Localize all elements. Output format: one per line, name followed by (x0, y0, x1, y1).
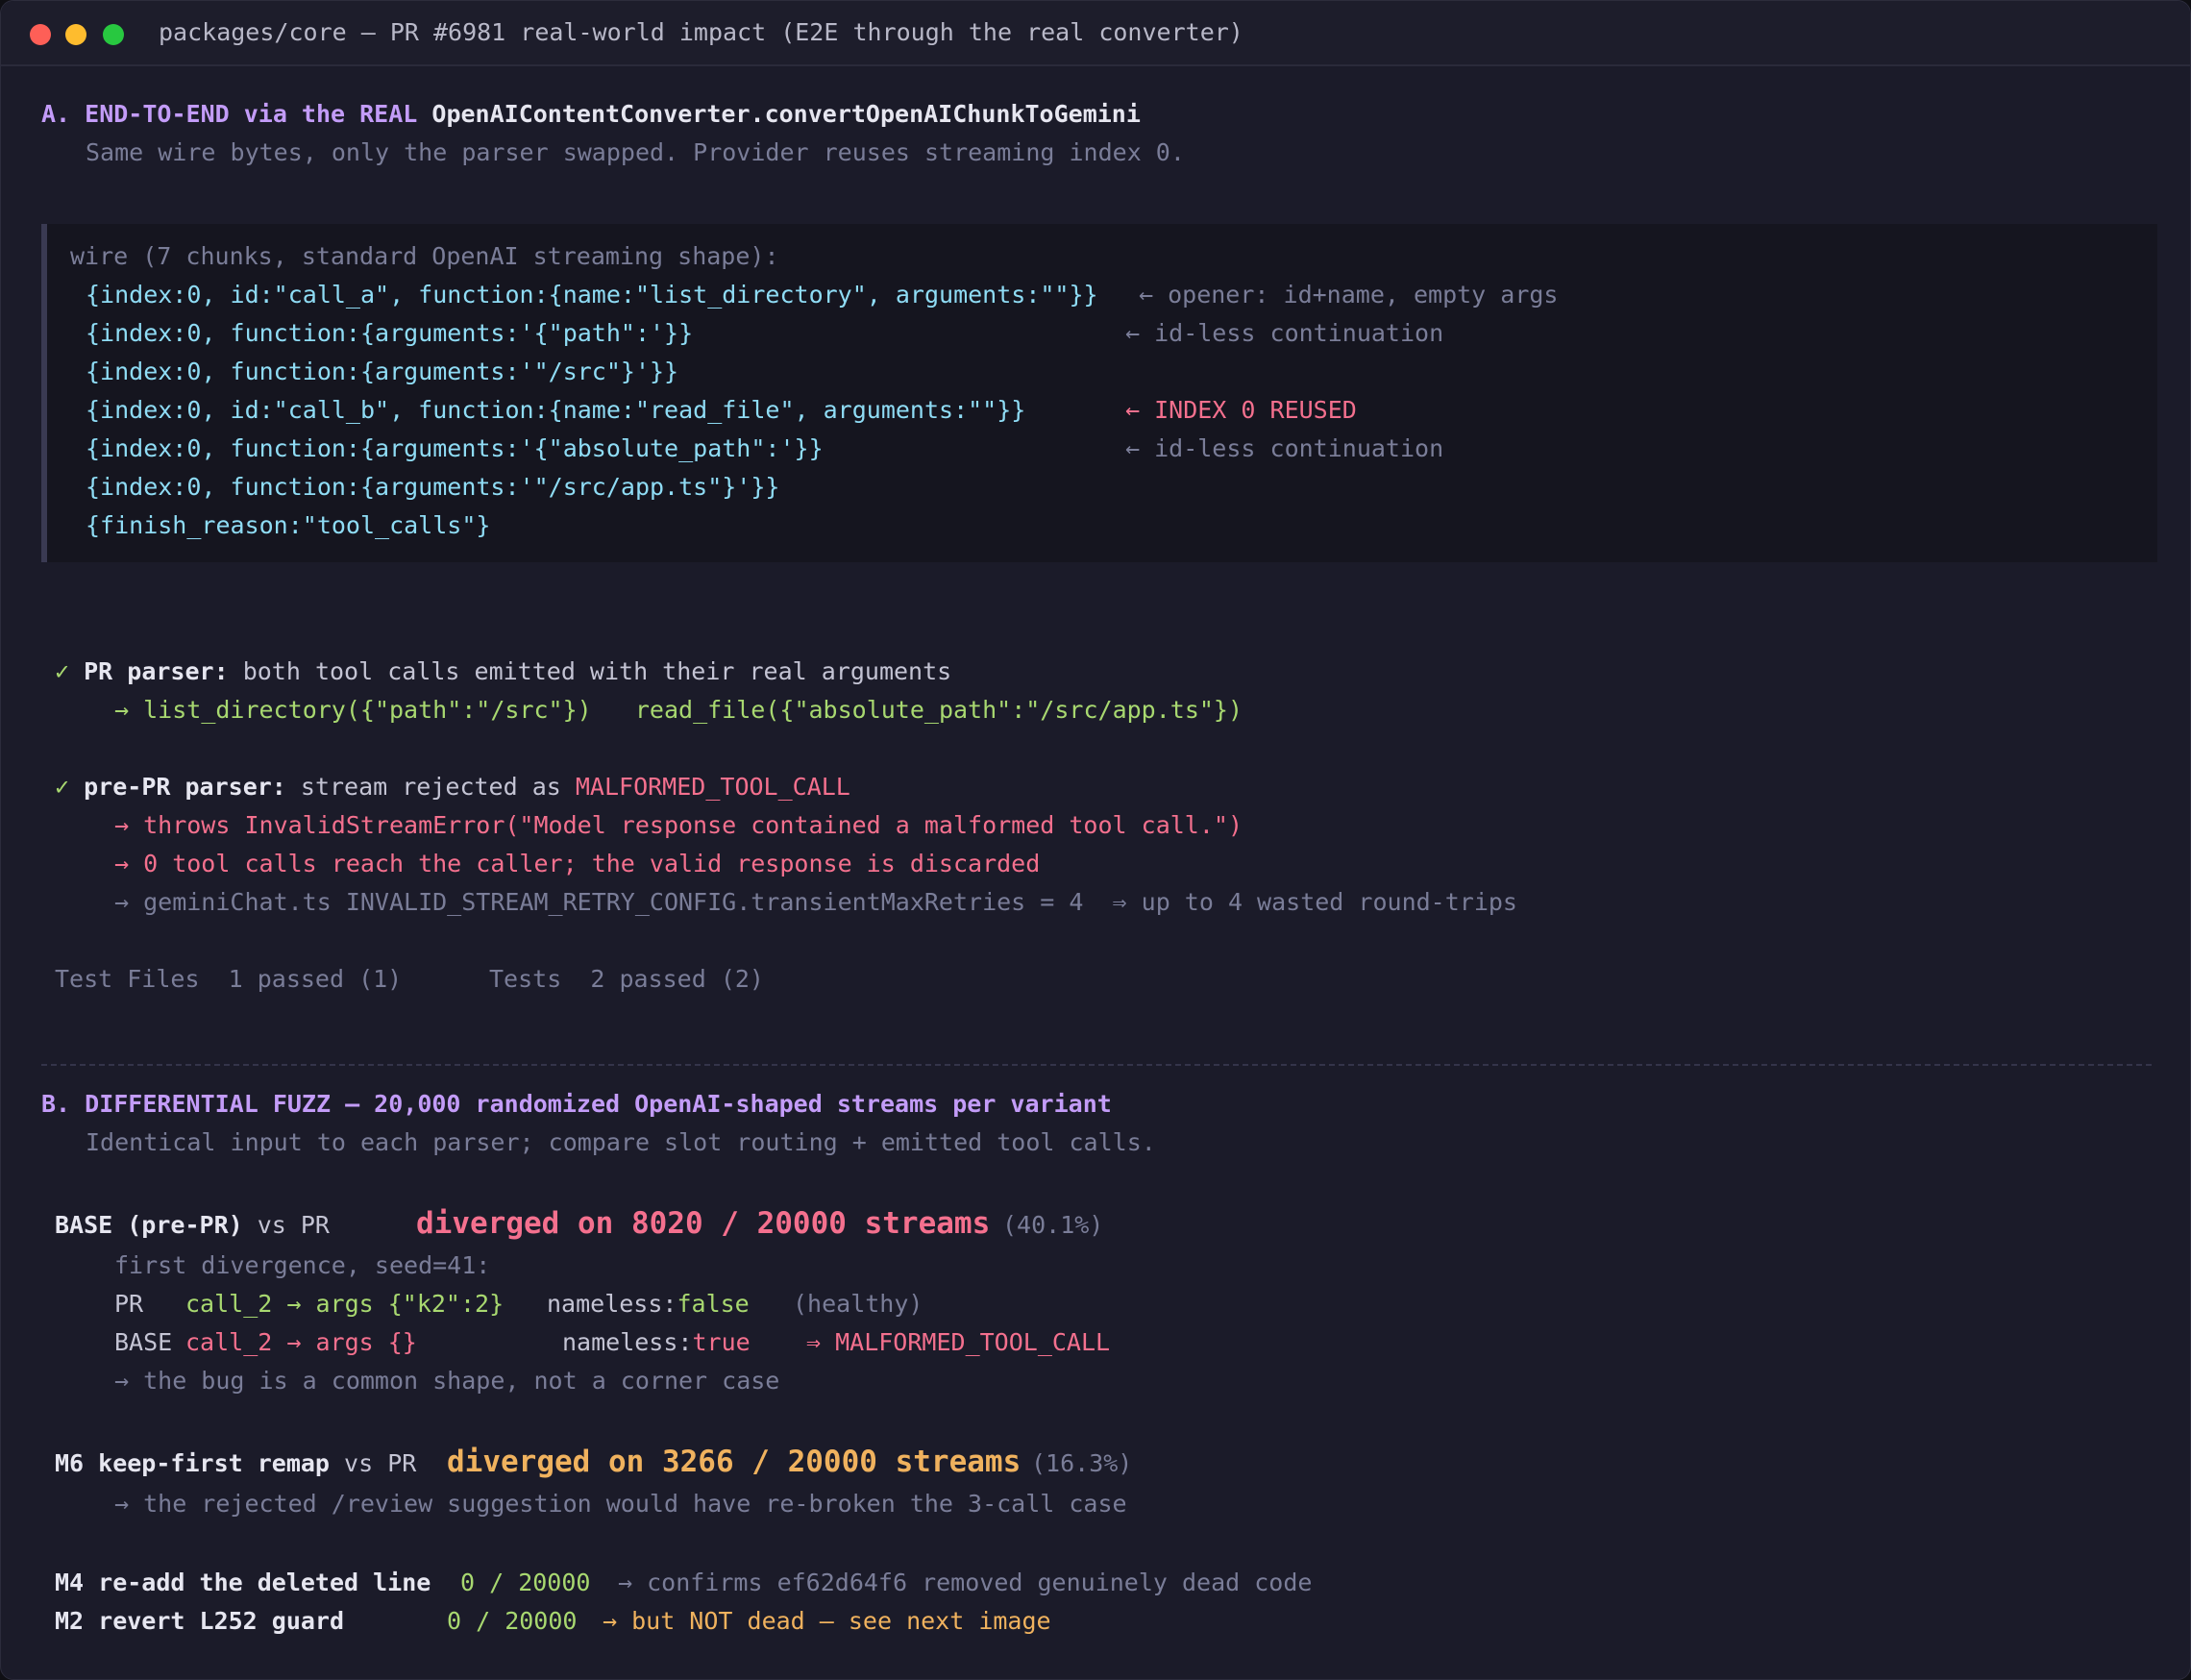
base-divergence-pct: (40.1%) (1002, 1211, 1104, 1239)
wire-note-reused: ← INDEX 0 REUSED (1125, 396, 1357, 424)
close-window-button[interactable] (30, 24, 51, 45)
section-b-subtitle: Identical input to each parser; compare … (86, 1128, 1156, 1156)
m4-count: 0 / 20000 (460, 1569, 591, 1596)
base-nameless-label: nameless: (562, 1328, 693, 1356)
m2-count: 0 / 20000 (447, 1607, 578, 1635)
m2-note: → but NOT dead — see next image (603, 1607, 1051, 1635)
base-label: BASE (pre-PR) (55, 1211, 243, 1239)
wire-note-5: ← id-less continuation (1125, 434, 1444, 462)
section-a-heading-prefix: A. END-TO-END via the REAL (41, 100, 432, 128)
m6-vs: vs PR (329, 1449, 417, 1477)
title-bar: packages/core — PR #6981 real-world impa… (1, 1, 2190, 66)
pr-parser-text: both tool calls emitted with their real … (228, 657, 952, 685)
pr-parser-label: PR parser: (84, 657, 229, 685)
wire-note-2: ← id-less continuation (1125, 319, 1444, 347)
pr-call: call_2 → args {"k2":2} (185, 1290, 505, 1318)
base-nameless: nameless:true (562, 1323, 751, 1362)
check-icon: ✓ (55, 773, 70, 801)
pr-nameless-label: nameless: (547, 1290, 677, 1318)
pr-healthy-note: (healthy) (793, 1290, 923, 1318)
base-malformed-note: ⇒ MALFORMED_TOOL_CALL (806, 1328, 1111, 1356)
prepr-throws-line: → throws InvalidStreamError("Model respo… (114, 811, 1243, 839)
arrow-icon: → (114, 696, 130, 724)
wire-note-1: ← opener: id+name, empty args (1139, 281, 1559, 309)
m4-note: → confirms ef62d64f6 removed genuinely d… (618, 1569, 1313, 1596)
base-vs-pr-label: BASE (pre-PR) vs PR (55, 1206, 330, 1245)
tool-call-read-file: read_file({"absolute_path":"/src/app.ts"… (634, 696, 1243, 724)
wire-chunk-1: {index:0, id:"call_a", function:{name:"l… (86, 281, 1098, 309)
minimize-window-button[interactable] (65, 24, 86, 45)
pr-parser-calls: → list_directory({"path":"/src"}) read_f… (114, 691, 1243, 729)
first-divergence-label: first divergence, seed=41: (114, 1251, 491, 1279)
pr-parser-result: ✓ PR parser: both tool calls emitted wit… (55, 653, 951, 691)
tests-summary: Tests 2 passed (2) (489, 965, 764, 993)
pr-tag: PR (114, 1290, 144, 1318)
section-a-heading-target: OpenAIContentConverter.convertOpenAIChun… (431, 100, 1141, 128)
pr-nameless-value: false (677, 1290, 750, 1318)
base-divergence-result: diverged on 8020 / 20000 streams (416, 1206, 991, 1241)
base-conclusion: → the bug is a common shape, not a corne… (114, 1367, 780, 1395)
wire-chunk-2: {index:0, function:{arguments:'{"path":'… (86, 319, 694, 347)
m6-divergence-pct: (16.3%) (1031, 1449, 1133, 1477)
wire-chunk-6: {index:0, function:{arguments:'"/src/app… (86, 473, 780, 501)
prepr-parser-result: ✓ pre-PR parser: stream rejected as MALF… (55, 768, 850, 806)
prepr-parser-label: pre-PR parser: (84, 773, 286, 801)
terminal-window: packages/core — PR #6981 real-world impa… (0, 0, 2191, 1680)
m6-vs-pr-label: M6 keep-first remap vs PR (55, 1445, 416, 1483)
check-icon: ✓ (55, 657, 70, 685)
pr-divergence-row: PR (114, 1285, 143, 1323)
base-tag: BASE (114, 1328, 173, 1356)
section-a-subtitle: Same wire bytes, only the parser swapped… (86, 138, 1185, 166)
tool-call-list-directory: list_directory({"path":"/src"}) (143, 696, 592, 724)
m2-label: M2 revert L252 guard (55, 1607, 345, 1635)
wire-chunk-3: {index:0, function:{arguments:'"/src"}'}… (86, 358, 679, 385)
m6-divergence-result: diverged on 3266 / 20000 streams (447, 1445, 1022, 1479)
wire-chunk-4: {index:0, id:"call_b", function:{name:"r… (86, 396, 1026, 424)
wire-chunk-7: {finish_reason:"tool_calls"} (86, 511, 491, 539)
window-title: packages/core — PR #6981 real-world impa… (159, 18, 1243, 46)
base-nameless-value: true (692, 1328, 751, 1356)
test-files-summary: Test Files 1 passed (1) (55, 965, 403, 993)
prepr-retry-line: → geminiChat.ts INVALID_STREAM_RETRY_CON… (114, 888, 1517, 916)
base-call: call_2 → args {} (185, 1328, 417, 1356)
section-a-heading: A. END-TO-END via the REAL OpenAIContent… (41, 95, 1141, 134)
pr-nameless: nameless:false (547, 1285, 750, 1323)
m4-label: M4 re-add the deleted line (55, 1569, 431, 1596)
prepr-discarded-line: → 0 tool calls reach the caller; the val… (114, 850, 1041, 877)
wire-chunk-5: {index:0, function:{arguments:'{"absolut… (86, 434, 824, 462)
m6-label: M6 keep-first remap (55, 1449, 330, 1477)
base-vs: vs PR (242, 1211, 330, 1239)
section-b-heading: B. DIFFERENTIAL FUZZ — 20,000 randomized… (41, 1090, 1112, 1118)
section-divider (41, 1064, 2152, 1066)
base-divergence-row: BASE (114, 1323, 172, 1362)
wire-header: wire (7 chunks, standard OpenAI streamin… (70, 242, 779, 270)
zoom-window-button[interactable] (103, 24, 124, 45)
malformed-code: MALFORMED_TOOL_CALL (575, 773, 850, 801)
m6-note: → the rejected /review suggestion would … (114, 1490, 1127, 1518)
prepr-parser-text: stream rejected as (285, 773, 576, 801)
